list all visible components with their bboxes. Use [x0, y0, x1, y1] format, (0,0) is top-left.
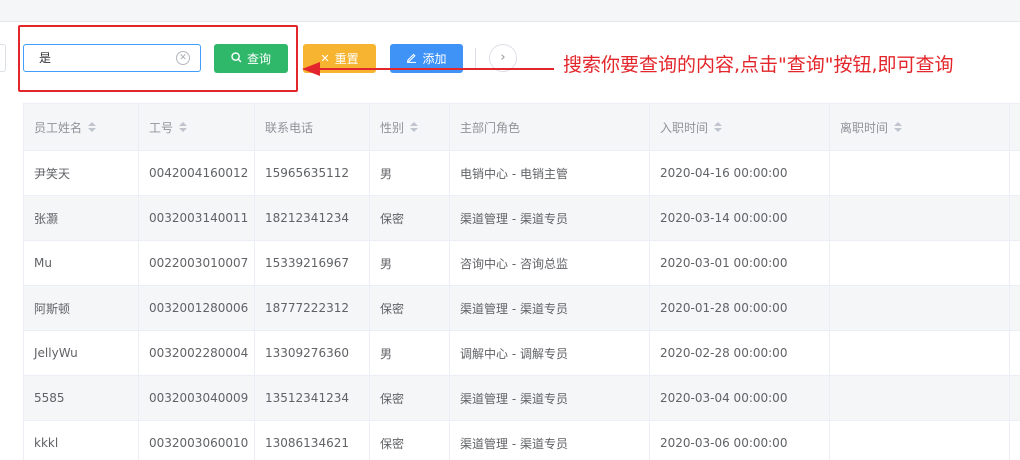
- table-cell: [1010, 331, 1020, 375]
- table-row[interactable]: 尹笑天 0042004160012 15965635112 男 电销中心 - 电…: [23, 151, 1020, 196]
- sort-caret-icon[interactable]: [894, 122, 903, 132]
- table-cell: 0032003140011: [139, 196, 255, 240]
- table-cell: [830, 241, 1010, 285]
- column-header[interactable]: 员工姓名: [23, 104, 139, 150]
- table-cell: 阿斯顿: [23, 286, 139, 330]
- table-cell: [1010, 376, 1020, 420]
- annotation-text: 搜索你要查询的内容,点击"查询"按钮,即可查询: [563, 54, 954, 76]
- table-cell: 2020-02-28 00:00:00: [650, 331, 830, 375]
- table-cell: [1010, 151, 1020, 195]
- table-cell: 15339216967: [255, 241, 370, 285]
- table-cell: [830, 376, 1010, 420]
- column-header[interactable]: 性别: [370, 104, 450, 150]
- table-cell: [1010, 286, 1020, 330]
- table-cell: 调解中心 - 调解专员: [450, 331, 650, 375]
- table-row[interactable]: 张灏 0032003140011 18212341234 保密 渠道管理 - 渠…: [23, 196, 1020, 241]
- table-cell: 渠道管理 - 渠道专员: [450, 376, 650, 420]
- table-cell: 男: [370, 331, 450, 375]
- table-cell: 2020-03-01 00:00:00: [650, 241, 830, 285]
- table-cell: JellyWu: [23, 331, 139, 375]
- chevron-right-icon: ›: [500, 50, 506, 65]
- table-cell: 15965635112: [255, 151, 370, 195]
- edit-icon: [406, 52, 417, 65]
- table-cell: 咨询中心 - 咨询总监: [450, 241, 650, 285]
- toolbar-divider: [475, 48, 476, 68]
- table-cell: 13086134621: [255, 421, 370, 460]
- table-cell: 2020-03-14 00:00:00: [650, 196, 830, 240]
- table-cell: Mu: [23, 241, 139, 285]
- table-cell: kkkl: [23, 421, 139, 460]
- query-button-label: 查询: [246, 52, 271, 66]
- table-row[interactable]: Mu 0022003010007 15339216967 男 咨询中心 - 咨询…: [23, 241, 1020, 286]
- table-cell: [830, 286, 1010, 330]
- table-cell: 0042004160012: [139, 151, 255, 195]
- table-cell: [830, 331, 1010, 375]
- reset-button-label: 重置: [334, 52, 359, 66]
- collapsed-filter-control[interactable]: [0, 44, 6, 72]
- search-input[interactable]: 是: [23, 44, 201, 72]
- table-row[interactable]: 5585 0032003040009 13512341234 保密 渠道管理 -…: [23, 376, 1020, 421]
- table-cell: 渠道管理 - 渠道专员: [450, 421, 650, 460]
- column-header[interactable]: 工号: [139, 104, 255, 150]
- table-cell: 0032003040009: [139, 376, 255, 420]
- table-cell: 男: [370, 241, 450, 285]
- table-header: 员工姓名 工号 联系电话 性别 主部门角色 入职时间 离职时间: [23, 103, 1020, 151]
- table-cell: 2020-03-04 00:00:00: [650, 376, 830, 420]
- top-bar: [0, 0, 1020, 22]
- table-cell: 2020-01-28 00:00:00: [650, 286, 830, 330]
- table-cell: [1010, 421, 1020, 460]
- table-row[interactable]: JellyWu 0032002280004 13309276360 男 调解中心…: [23, 331, 1020, 376]
- table-cell: [830, 421, 1010, 460]
- table-cell: 渠道管理 - 渠道专员: [450, 286, 650, 330]
- table-cell: 18212341234: [255, 196, 370, 240]
- close-icon: ✕: [320, 52, 330, 65]
- table-cell: 5585: [23, 376, 139, 420]
- column-header: 主部门角色: [450, 104, 650, 150]
- table-cell: 保密: [370, 376, 450, 420]
- table-cell: 0032002280004: [139, 331, 255, 375]
- clear-circle-icon[interactable]: ✕: [176, 51, 190, 65]
- table-cell: 张灏: [23, 196, 139, 240]
- table-cell: 尹笑天: [23, 151, 139, 195]
- table-cell: 0022003010007: [139, 241, 255, 285]
- search-icon: [231, 52, 242, 65]
- column-header[interactable]: 离职时间: [830, 104, 1010, 150]
- table-cell: [1010, 196, 1020, 240]
- annotation-arrow-line: [318, 68, 554, 70]
- table-cell: 13309276360: [255, 331, 370, 375]
- table-row[interactable]: kkkl 0032003060010 13086134621 保密 渠道管理 -…: [23, 421, 1020, 460]
- table-cell: 男: [370, 151, 450, 195]
- table-cell: 保密: [370, 196, 450, 240]
- table-cell: 渠道管理 - 渠道专员: [450, 196, 650, 240]
- table-cell: 13512341234: [255, 376, 370, 420]
- employee-table: 员工姓名 工号 联系电话 性别 主部门角色 入职时间 离职时间 尹笑天 0042…: [23, 103, 1020, 460]
- query-button[interactable]: 查询: [214, 44, 288, 73]
- sort-caret-icon[interactable]: [88, 122, 97, 132]
- column-header: 联系电话: [255, 104, 370, 150]
- sort-caret-icon[interactable]: [179, 122, 188, 132]
- column-header[interactable]: 入职时间: [650, 104, 830, 150]
- table-cell: 2020-03-06 00:00:00: [650, 421, 830, 460]
- table-cell: [1010, 241, 1020, 285]
- table-cell: 保密: [370, 421, 450, 460]
- sort-caret-icon[interactable]: [714, 122, 723, 132]
- table-cell: 2020-04-16 00:00:00: [650, 151, 830, 195]
- table-cell: 0032003060010: [139, 421, 255, 460]
- table-cell: 18777222312: [255, 286, 370, 330]
- add-button-label: 添加: [422, 52, 447, 66]
- column-header: [1010, 104, 1020, 150]
- table-cell: [830, 196, 1010, 240]
- table-cell: 0032001280006: [139, 286, 255, 330]
- table-row[interactable]: 阿斯顿 0032001280006 18777222312 保密 渠道管理 - …: [23, 286, 1020, 331]
- sort-caret-icon[interactable]: [410, 122, 419, 132]
- table-cell: [830, 151, 1010, 195]
- table-cell: 电销中心 - 电销主管: [450, 151, 650, 195]
- table-cell: 保密: [370, 286, 450, 330]
